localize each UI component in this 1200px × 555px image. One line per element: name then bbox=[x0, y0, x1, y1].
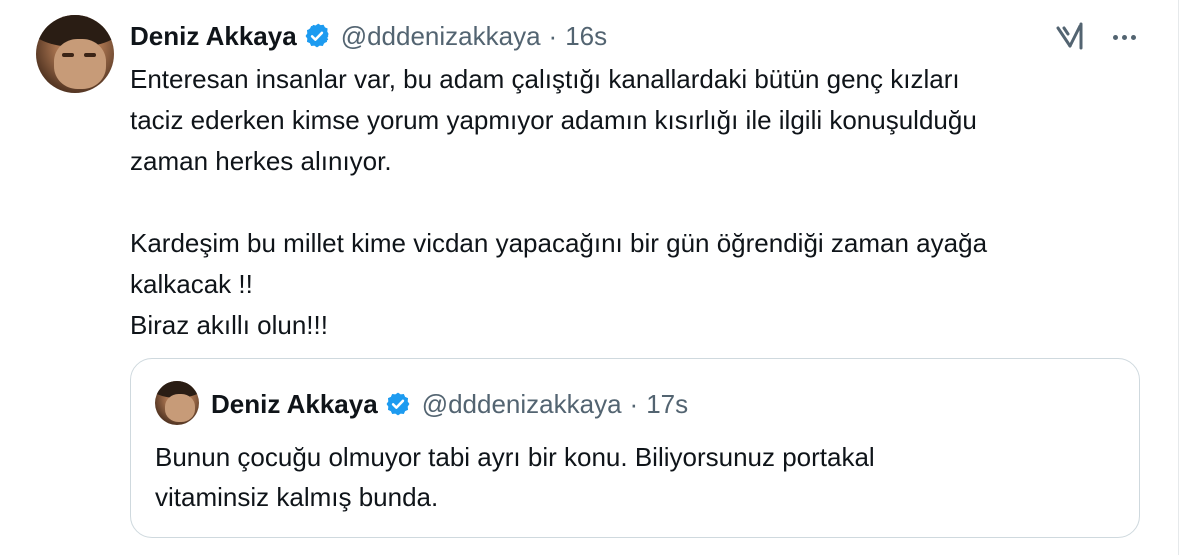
more-options-icon[interactable] bbox=[1108, 22, 1140, 52]
quoted-author-handle[interactable]: @dddenizakkaya bbox=[422, 389, 622, 420]
verified-badge-icon[interactable] bbox=[384, 390, 412, 418]
verified-badge-icon[interactable] bbox=[303, 22, 331, 50]
tweet[interactable]: Deniz Akkaya @dddenizakkaya · 16s Entere… bbox=[0, 0, 1179, 555]
grok-icon[interactable] bbox=[1054, 20, 1088, 54]
timestamp[interactable]: 16s bbox=[565, 21, 607, 52]
separator-dot: · bbox=[548, 20, 558, 51]
quoted-text: Bunun çocuğu olmuyor tabi ayrı bir konu.… bbox=[155, 437, 1115, 517]
author-name[interactable]: Deniz Akkaya bbox=[130, 21, 297, 52]
avatar[interactable] bbox=[36, 15, 114, 93]
quoted-author-name[interactable]: Deniz Akkaya bbox=[211, 389, 378, 420]
quoted-line: Bunun çocuğu olmuyor tabi ayrı bir konu.… bbox=[155, 442, 875, 472]
tweet-header: Deniz Akkaya @dddenizakkaya · 16s bbox=[130, 18, 607, 54]
author-handle[interactable]: @dddenizakkaya bbox=[341, 21, 541, 52]
tweet-line: kalkacak !! bbox=[130, 269, 253, 299]
tweet-line: Kardeşim bu millet kime vicdan yapacağın… bbox=[130, 228, 988, 258]
quoted-avatar[interactable] bbox=[155, 381, 199, 425]
tweet-line: taciz ederken kimse yorum yapmıyor adamı… bbox=[130, 105, 977, 135]
quoted-header: Deniz Akkaya @dddenizakkaya · 17s bbox=[211, 387, 688, 421]
tweet-text: Enteresan insanlar var, bu adam çalıştığ… bbox=[130, 59, 1140, 346]
tweet-line: zaman herkes alınıyor. bbox=[130, 146, 392, 176]
quoted-tweet[interactable]: Deniz Akkaya @dddenizakkaya · 17s Bunun … bbox=[130, 358, 1140, 538]
quoted-timestamp[interactable]: 17s bbox=[646, 389, 688, 420]
quoted-line: vitaminsiz kalmış bunda. bbox=[155, 482, 439, 512]
separator-dot: · bbox=[629, 388, 639, 419]
tweet-line: Biraz akıllı olun!!! bbox=[130, 310, 328, 340]
tweet-line: Enteresan insanlar var, bu adam çalıştığ… bbox=[130, 64, 960, 94]
